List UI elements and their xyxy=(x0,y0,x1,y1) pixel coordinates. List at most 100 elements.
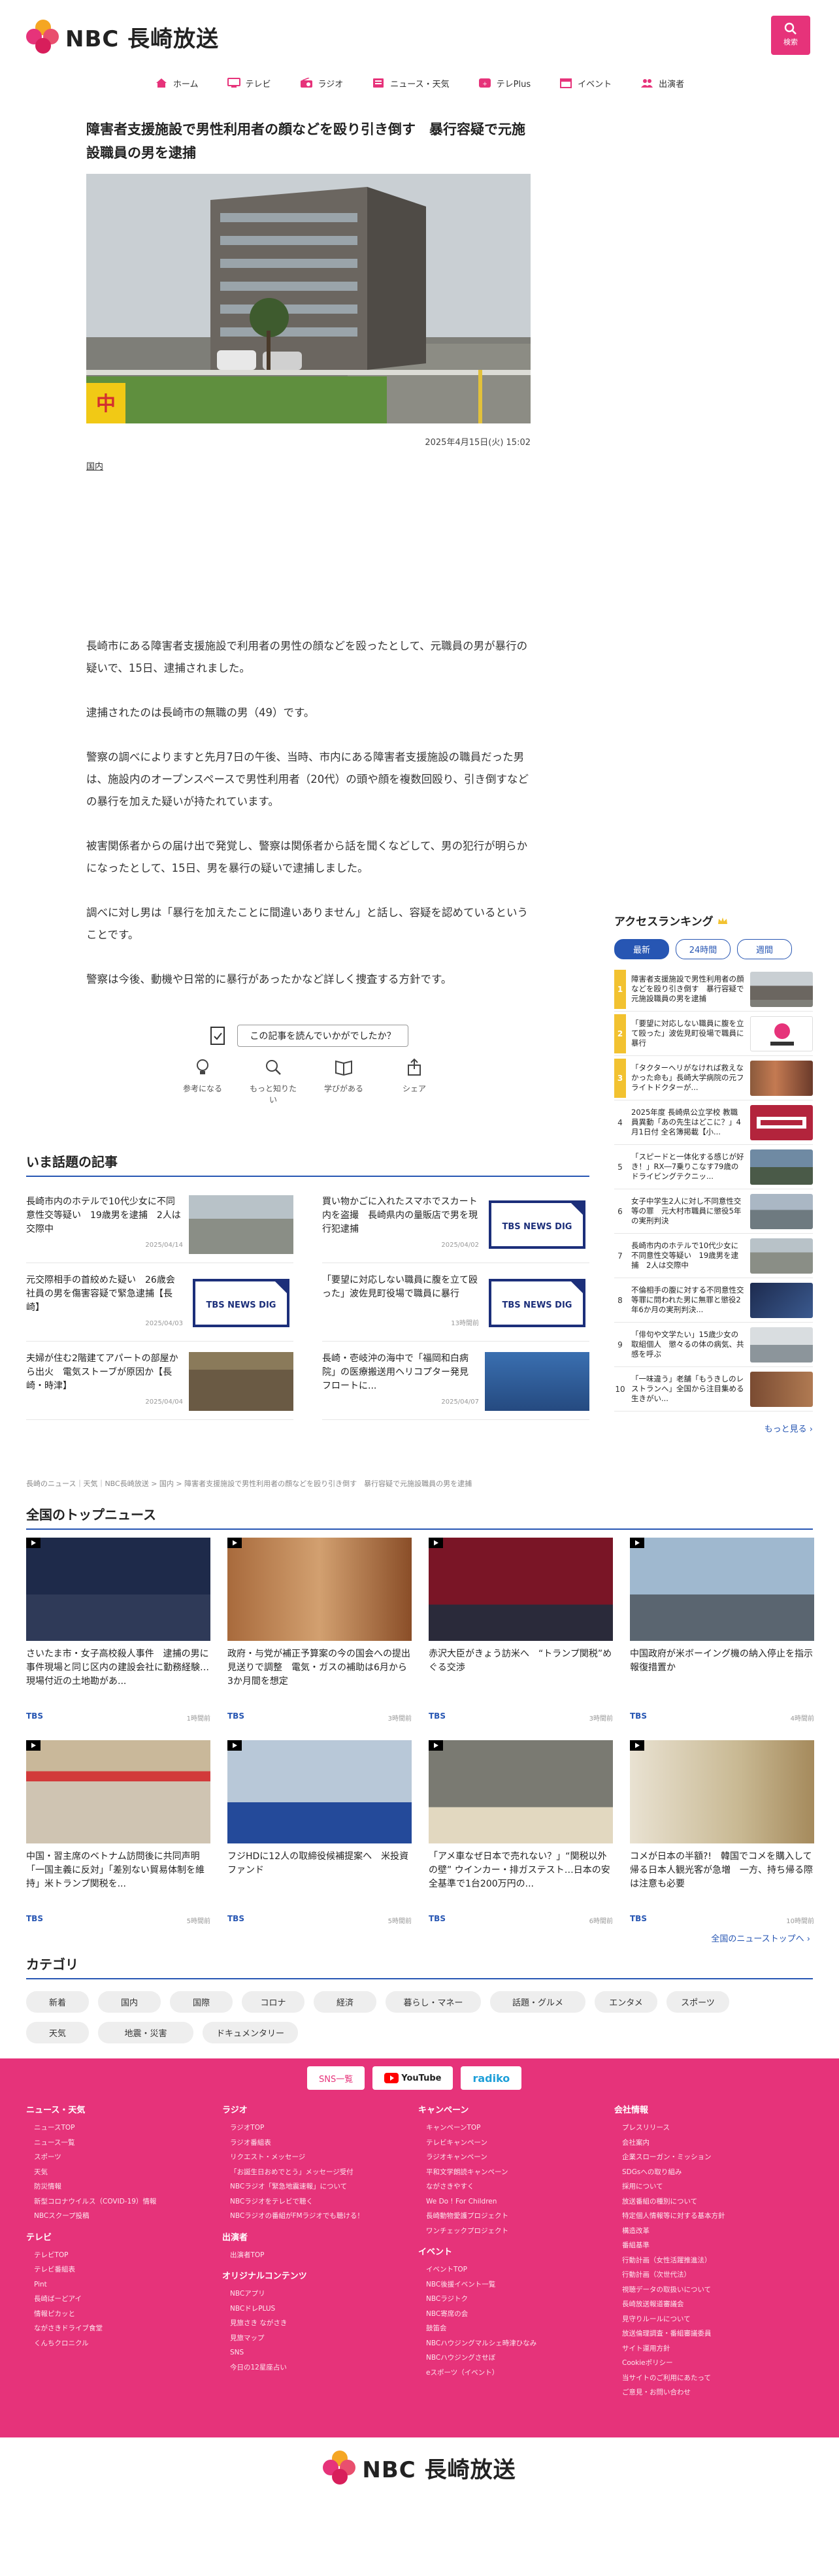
youtube-button[interactable]: YouTube xyxy=(372,2066,453,2090)
footer-link[interactable]: 放送倫理調査・番組審議委員 xyxy=(614,2326,810,2341)
news-card[interactable]: 中国政府が米ボーイング機の納入停止を指示 報復措置か TBS 4時間前 xyxy=(630,1538,814,1731)
category-pill[interactable]: 地震・災害 xyxy=(98,2022,193,2043)
ranking-item[interactable]: 2 「要望に対応しない職員に腹を立て殴った」波佐見町役場で職員に暴行 xyxy=(614,1012,813,1056)
ranking-tab-latest[interactable]: 最新 xyxy=(614,939,669,959)
footer-link[interactable]: NBCハウジングさせぼ xyxy=(418,2351,614,2366)
nav-item-tv[interactable]: テレビ xyxy=(213,72,286,94)
footer-link[interactable]: NBCドレPLUS xyxy=(222,2302,418,2317)
ranking-item[interactable]: 3 「タクターヘリがなければ救えなかった命も」長崎大学病院の元フライトドクターが.… xyxy=(614,1056,813,1100)
hot-topic-item[interactable]: 夫婦が住む2階建てアパートの部屋から出火 電気ストーブが原因か【長崎・時津】 20… xyxy=(26,1342,293,1420)
category-pill[interactable]: ドキュメンタリー xyxy=(203,2022,298,2043)
footer-link[interactable]: 長崎放送報道審議会 xyxy=(614,2297,810,2312)
reaction-helpful-button[interactable]: 参考になる xyxy=(176,1057,229,1105)
footer-link[interactable]: 行動計画（次世代法） xyxy=(614,2268,810,2283)
news-card[interactable]: フジHDに12人の取締役候補提案へ 米投資ファンド TBS 5時間前 xyxy=(227,1740,412,1934)
footer-link[interactable]: 長崎ばーどアイ xyxy=(26,2292,222,2307)
footer-link[interactable]: ご意見・お問い合わせ xyxy=(614,2385,810,2400)
category-pill[interactable]: 新着 xyxy=(26,1991,89,2013)
footer-link[interactable]: Pint xyxy=(26,2277,222,2292)
footer-link[interactable]: 出演者TOP xyxy=(222,2248,418,2263)
reaction-learn-button[interactable]: 学びがある xyxy=(317,1057,370,1105)
category-pill[interactable]: 暮らし・マネー xyxy=(386,1991,481,2013)
sns-list-button[interactable]: SNS一覧 xyxy=(307,2066,365,2090)
footer-link[interactable]: スポーツ xyxy=(26,2150,222,2165)
hot-topic-item[interactable]: 元交際相手の首絞めた疑い 26歳会社員の男を傷害容疑で緊急逮捕【長崎】 2025/… xyxy=(26,1263,293,1342)
news-card[interactable]: 中国・習主席のベトナム訪問後に共同声明「一国主義に反対」「差別ない貿易体制を維持… xyxy=(26,1740,210,1934)
footer-link[interactable]: NBCラジオ「緊急地震速報」について xyxy=(222,2179,418,2194)
footer-link[interactable]: NBCラジオをテレビで聴く xyxy=(222,2194,418,2209)
ranking-more-link[interactable]: もっと見る › xyxy=(614,1422,813,1434)
news-card[interactable]: さいたま市・女子高校殺人事件 逮捕の男に事件現場と同じ区内の建設会社に勤務経験…… xyxy=(26,1538,210,1731)
footer-link[interactable]: キャンペーンTOP xyxy=(418,2121,614,2136)
footer-link[interactable]: ながさきやすく xyxy=(418,2179,614,2194)
footer-link[interactable]: 長崎動物愛護プロジェクト xyxy=(418,2209,614,2224)
footer-link[interactable]: ラジオキャンペーン xyxy=(418,2150,614,2165)
hot-topic-item[interactable]: 長崎市内のホテルで10代少女に不同意性交等疑い 19歳男を逮捕 2人は交際中 20… xyxy=(26,1185,293,1263)
footer-link[interactable]: 今日の12星座占い xyxy=(222,2360,418,2375)
ranking-item[interactable]: 10 「一味違う」老舗「もうきしのレストランへ」全国から注目集める生きがい... xyxy=(614,1367,813,1412)
footer-link[interactable]: SDGsへの取り組み xyxy=(614,2165,810,2180)
news-card[interactable]: 「アメ車なぜ日本で売れない？」“関税以外の壁” ウインカー・排ガステスト…日本の… xyxy=(429,1740,613,1934)
category-pill[interactable]: コロナ xyxy=(242,1991,304,2013)
footer-link[interactable]: 天気 xyxy=(26,2165,222,2180)
footer-link[interactable]: NBCハウジングマルシェ時津ひなみ xyxy=(418,2336,614,2351)
reaction-share-button[interactable]: シェア xyxy=(387,1057,441,1105)
footer-link[interactable]: ニュースTOP xyxy=(26,2121,222,2136)
footer-link[interactable]: SNS xyxy=(222,2345,418,2360)
nav-item-event[interactable]: イベント xyxy=(545,72,626,94)
ranking-item[interactable]: 9 「俳句や文学たい」15歳少女の取組個人 懲々るの体の病気、共感を呼ぶ xyxy=(614,1323,813,1367)
category-pill[interactable]: 話題・グルメ xyxy=(490,1991,585,2013)
ranking-item[interactable]: 7 長崎市内のホテルで10代少女に不同意性交等疑い 19歳男を逮捕 2人は交際中 xyxy=(614,1234,813,1278)
nav-item-radio[interactable]: ラジオ xyxy=(286,72,358,94)
ranking-tab-24h[interactable]: 24時間 xyxy=(676,939,731,959)
footer-link[interactable]: 番組基準 xyxy=(614,2238,810,2253)
footer-link[interactable]: 防災情報 xyxy=(26,2179,222,2194)
footer-link[interactable]: 鼓笛会 xyxy=(418,2321,614,2336)
ranking-tab-weekly[interactable]: 週間 xyxy=(737,939,792,959)
footer-link[interactable]: 特定個人情報等に対する基本方針 xyxy=(614,2209,810,2224)
footer-link[interactable]: 見旅さき ながさき xyxy=(222,2316,418,2331)
all-news-link[interactable]: 全国のニューストップへ › xyxy=(711,1932,810,1944)
footer-link[interactable]: 新型コロナウイルス（COVID-19）情報 xyxy=(26,2194,222,2209)
category-pill[interactable]: 国際 xyxy=(170,1991,233,2013)
footer-link[interactable]: 視聴データの取扱いについて xyxy=(614,2283,810,2298)
news-card[interactable]: 政府・与党が補正予算案の今の国会への提出見送りで調整 電気・ガスの補助は6月から… xyxy=(227,1538,412,1731)
article-category-link[interactable]: 国内 xyxy=(86,459,103,472)
footer-link[interactable]: リクエスト・メッセージ xyxy=(222,2150,418,2165)
footer-link[interactable]: ワンチェックプロジェクト xyxy=(418,2224,614,2239)
footer-link[interactable]: 見守りルールについて xyxy=(614,2312,810,2327)
site-logo[interactable]: NBC 長崎放送 xyxy=(26,20,219,54)
footer-link[interactable]: NBC後援イベント一覧 xyxy=(418,2277,614,2292)
hot-topic-item[interactable]: 「要望に対応しない職員に腹を立て殴った」波佐見町役場で職員に暴行 13時間前 TB… xyxy=(322,1263,589,1342)
footer-link[interactable]: 行動計画（女性活躍推進法） xyxy=(614,2253,810,2268)
news-card[interactable]: コメが日本の半額?! 韓国でコメを購入して帰る日本人観光客が急増 一方、持ち帰る… xyxy=(630,1740,814,1934)
footer-link[interactable]: We Do ! For Children xyxy=(418,2194,614,2209)
category-pill[interactable]: 国内 xyxy=(98,1991,161,2013)
ranking-item[interactable]: 8 不倫相手の腹に対する不同意性交等罪に問われた男に無罪と懲役2年6か月の実刑判決… xyxy=(614,1278,813,1323)
footer-link[interactable]: テレビTOP xyxy=(26,2248,222,2263)
footer-link[interactable]: 企業スローガン・ミッション xyxy=(614,2150,810,2165)
footer-link[interactable]: NBCラジトク xyxy=(418,2292,614,2307)
footer-link[interactable]: ながさきドライブ食堂 xyxy=(26,2321,222,2336)
footer-logo[interactable]: NBC 長崎放送 xyxy=(0,2437,839,2576)
footer-link[interactable]: 放送番組の種別について xyxy=(614,2194,810,2209)
footer-link[interactable]: プレスリリース xyxy=(614,2121,810,2136)
footer-link[interactable]: くんちクロニクル xyxy=(26,2336,222,2351)
footer-link[interactable]: NBCアプリ xyxy=(222,2287,418,2302)
footer-link[interactable]: サイト運用方針 xyxy=(614,2341,810,2356)
category-pill[interactable]: 経済 xyxy=(314,1991,376,2013)
footer-link[interactable]: NBCラジオの番組がFMラジオでも聴ける！ xyxy=(222,2209,418,2224)
hot-topic-item[interactable]: 買い物かごに入れたスマホでスカート内を盗撮 長崎県内の量販店で男を現行犯逮捕 20… xyxy=(322,1185,589,1263)
footer-link[interactable]: ニュース一覧 xyxy=(26,2136,222,2151)
footer-link[interactable]: テレビキャンペーン xyxy=(418,2136,614,2151)
category-pill[interactable]: 天気 xyxy=(26,2022,89,2043)
reaction-more-button[interactable]: もっと知りたい xyxy=(246,1057,300,1105)
nav-item-teleplus[interactable]: + テレPlus xyxy=(464,72,545,94)
footer-link[interactable]: ラジオTOP xyxy=(222,2121,418,2136)
news-card[interactable]: 赤沢大臣がきょう訪米へ “トランプ関税”めぐる交渉 TBS 3時間前 xyxy=(429,1538,613,1731)
footer-link[interactable]: 平和文学朗読キャンペーン xyxy=(418,2165,614,2180)
footer-link[interactable]: 情報ピカッと xyxy=(26,2307,222,2322)
footer-link[interactable]: テレビ番組表 xyxy=(26,2262,222,2277)
search-button[interactable]: 検索 xyxy=(771,16,810,55)
hot-topic-item[interactable]: 長崎・壱岐沖の海中で「福岡和白病院」の医療搬送用ヘリコプター発見 フロートに..… xyxy=(322,1342,589,1420)
